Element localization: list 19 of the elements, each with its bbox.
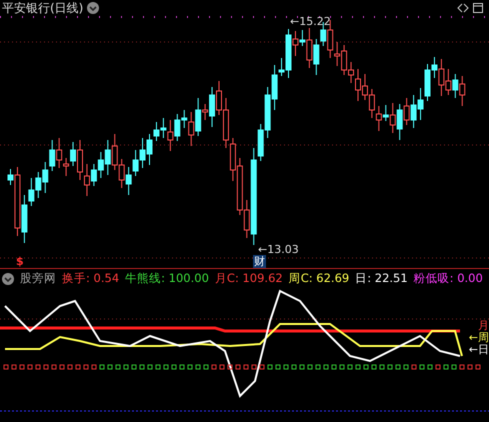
indicator-reading: 周C: 62.69 (288, 271, 350, 286)
indicator-reading: 日: 22.51 (355, 271, 408, 286)
line-label: ←周 (468, 332, 489, 344)
indicator-reading: 月C: 109.62 (214, 271, 283, 286)
indicator-reading: 粉低吸: 0.00 (414, 271, 483, 286)
line-label: 月 (478, 320, 489, 332)
low-price-label: ←13.03 (258, 243, 299, 256)
high-price-label: ←15.22 (290, 15, 331, 28)
event-badge[interactable]: 财 (253, 255, 266, 268)
dollar-marker: $ (16, 255, 24, 268)
line-label: ←日 (468, 344, 489, 356)
indicator-name: 股旁网 (20, 271, 56, 286)
chevron-down-icon[interactable] (2, 272, 14, 284)
arrows-icon[interactable] (457, 3, 469, 13)
window-icon[interactable] (473, 3, 483, 13)
indicator-reading: 换手: 0.54 (62, 271, 120, 286)
chart-title: 平安银行(日线) (2, 0, 84, 16)
chevron-down-icon[interactable] (87, 2, 100, 14)
indicator-reading: 牛熊线: 100.00 (125, 271, 209, 286)
